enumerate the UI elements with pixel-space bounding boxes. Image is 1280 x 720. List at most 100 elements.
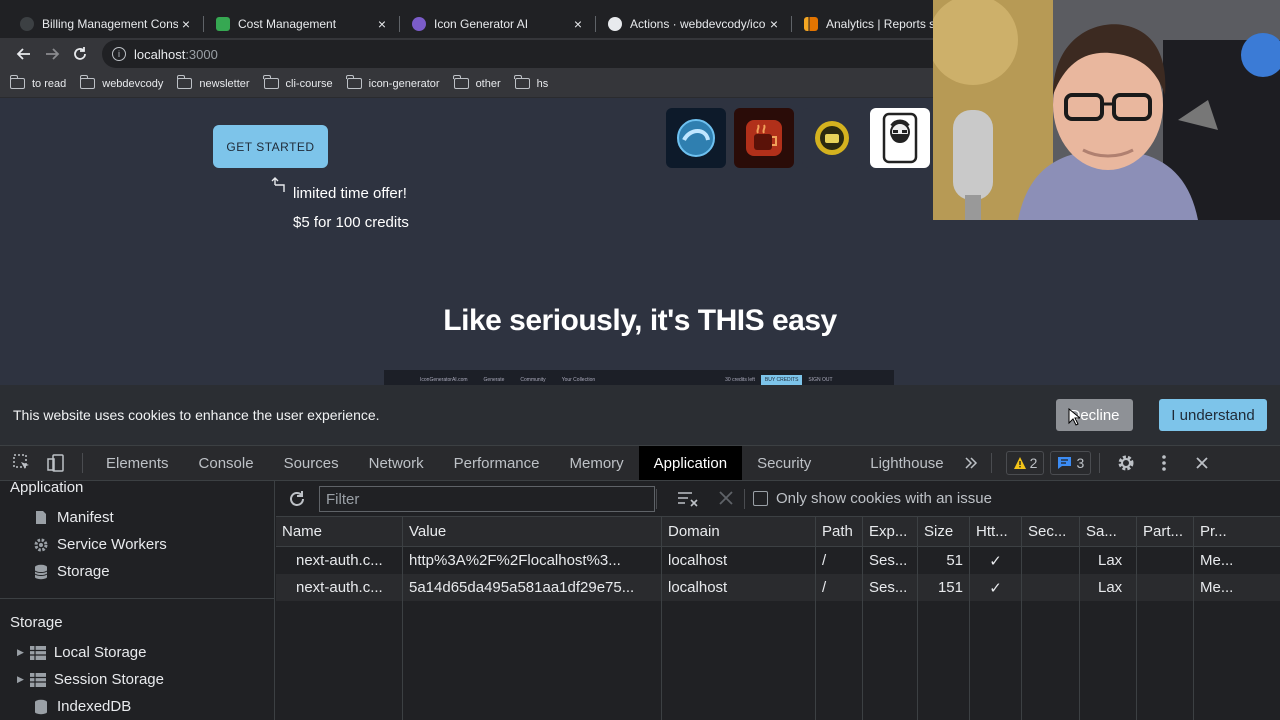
- tab-application[interactable]: Application: [638, 446, 743, 480]
- table-row[interactable]: next-auth.c... http%3A%2F%2Flocalhost%3.…: [276, 547, 1280, 574]
- sidebar-item-storage[interactable]: Storage: [33, 563, 110, 580]
- bookmark-folder[interactable]: webdevcody: [79, 75, 163, 90]
- column-divider: [1193, 517, 1194, 720]
- reload-icon[interactable]: [66, 40, 94, 68]
- tab-title: Icon Generator AI: [434, 17, 529, 31]
- clear-filtered-icon[interactable]: [677, 490, 699, 513]
- example-icon-swirl[interactable]: [666, 108, 726, 168]
- table-grid-icon: [29, 645, 46, 661]
- inspect-element-icon[interactable]: [10, 451, 34, 475]
- bookmark-folder[interactable]: to read: [9, 75, 66, 90]
- table-row[interactable]: next-auth.c... 5a14d65da495a581aa1df29e7…: [276, 574, 1280, 601]
- browser-tab[interactable]: Icon Generator AI ×: [400, 6, 596, 42]
- column-divider: [815, 517, 816, 720]
- tab-performance[interactable]: Performance: [439, 446, 555, 480]
- sidebar-item-indexeddb[interactable]: IndexedDB: [33, 698, 131, 715]
- bookmark-label: hs: [536, 77, 549, 90]
- tab-lighthouse[interactable]: Lighthouse: [826, 446, 958, 480]
- settings-gear-icon[interactable]: [1114, 451, 1138, 475]
- bookmark-folder[interactable]: newsletter: [176, 75, 250, 90]
- warnings-badge[interactable]: 2: [1005, 451, 1045, 475]
- refresh-icon[interactable]: [288, 490, 306, 513]
- browser-tab[interactable]: Billing Management Consol ×: [8, 6, 204, 42]
- column-header-secure[interactable]: Sec...: [1022, 517, 1080, 546]
- tab-memory[interactable]: Memory: [555, 446, 639, 480]
- example-icon-bearded-man[interactable]: [870, 108, 930, 168]
- delete-all-icon[interactable]: [719, 491, 733, 510]
- more-tabs-chevron-icon[interactable]: [959, 451, 983, 475]
- tab-close-icon[interactable]: ×: [374, 16, 390, 32]
- cookie-partition: [1137, 547, 1194, 574]
- database-icon: [33, 699, 49, 715]
- more-options-kebab-icon[interactable]: [1152, 451, 1176, 475]
- cookie-name: next-auth.c...: [276, 547, 403, 574]
- address-bar[interactable]: i localhost:3000: [102, 40, 1002, 68]
- column-header-name[interactable]: Name: [276, 517, 403, 546]
- bookmark-folder[interactable]: other: [453, 75, 501, 90]
- column-header-expires[interactable]: Exp...: [863, 517, 918, 546]
- tab-console[interactable]: Console: [184, 446, 269, 480]
- device-toolbar-icon[interactable]: [44, 451, 68, 475]
- column-header-domain[interactable]: Domain: [662, 517, 816, 546]
- toolbar-divider: [744, 489, 745, 509]
- browser-tab[interactable]: Cost Management ×: [204, 6, 400, 42]
- column-header-path[interactable]: Path: [816, 517, 863, 546]
- column-header-value[interactable]: Value: [403, 517, 662, 546]
- bookmark-label: icon-generator: [368, 77, 440, 90]
- screen: Billing Management Consol × Cost Managem…: [0, 0, 1280, 720]
- application-section-header: Application: [10, 479, 84, 496]
- tab-close-icon[interactable]: ×: [766, 16, 782, 32]
- get-started-button[interactable]: GET STARTED: [213, 125, 328, 168]
- column-header-partition[interactable]: Part...: [1137, 517, 1194, 546]
- site-info-icon[interactable]: i: [112, 47, 126, 61]
- example-icon-gold-coin[interactable]: [802, 108, 862, 168]
- tab-close-icon[interactable]: ×: [570, 16, 586, 32]
- sidebar-item-service-workers[interactable]: Service Workers: [33, 536, 167, 553]
- column-divider: [1079, 517, 1080, 720]
- gear-icon: [33, 537, 49, 553]
- cookie-samesite: Lax: [1080, 574, 1137, 601]
- preview-signout: SIGN OUT: [808, 377, 833, 383]
- tab-sources[interactable]: Sources: [269, 446, 354, 480]
- forward-arrow-icon[interactable]: [38, 40, 66, 68]
- page-headline: Like seriously, it's THIS easy: [443, 304, 837, 337]
- example-icon-coffee[interactable]: [734, 108, 794, 168]
- sidebar-item-label: Storage: [57, 563, 110, 580]
- sidebar-item-local-storage[interactable]: ▶ Local Storage: [17, 644, 147, 661]
- messages-badge[interactable]: 3: [1050, 451, 1092, 475]
- issues-checkbox-label: Only show cookies with an issue: [776, 490, 992, 507]
- tab-close-icon[interactable]: ×: [178, 16, 194, 32]
- bookmark-folder[interactable]: cli-course: [263, 75, 333, 90]
- accept-cookies-button[interactable]: I understand: [1159, 399, 1267, 431]
- column-divider: [1136, 517, 1137, 720]
- sidebar-item-session-storage[interactable]: ▶ Session Storage: [17, 671, 164, 688]
- sidebar-item-label: Local Storage: [53, 644, 147, 661]
- table-header-row: Name Value Domain Path Exp... Size Htt..…: [276, 517, 1280, 547]
- column-header-priority[interactable]: Pr...: [1194, 517, 1280, 546]
- webcam-person-image: [933, 0, 1280, 220]
- folder-icon: [79, 75, 96, 89]
- back-arrow-icon[interactable]: [10, 40, 38, 68]
- tab-security[interactable]: Security: [742, 446, 826, 480]
- expand-triangle-icon[interactable]: ▶: [17, 674, 24, 685]
- mouse-cursor-icon: [1068, 408, 1080, 426]
- column-header-size[interactable]: Size: [918, 517, 970, 546]
- curved-arrow-icon: [270, 175, 290, 195]
- issues-checkbox[interactable]: [753, 491, 768, 506]
- tab-network[interactable]: Network: [354, 446, 439, 480]
- close-devtools-icon[interactable]: [1190, 451, 1214, 475]
- cookies-panel: Filter Only show cookies with an issue N…: [276, 481, 1280, 720]
- bookmark-folder[interactable]: hs: [514, 75, 549, 90]
- sidebar-item-manifest[interactable]: Manifest: [33, 509, 114, 526]
- expand-triangle-icon[interactable]: ▶: [17, 647, 24, 658]
- example-icons-row: [666, 108, 930, 168]
- sidebar-item-label: Service Workers: [57, 536, 167, 553]
- browser-tab[interactable]: Actions · webdevcody/icon ×: [596, 6, 792, 42]
- filter-input[interactable]: Filter: [319, 486, 655, 512]
- column-header-samesite[interactable]: Sa...: [1080, 517, 1137, 546]
- cookie-expires: Ses...: [863, 574, 918, 601]
- tab-elements[interactable]: Elements: [91, 446, 184, 480]
- column-header-httponly[interactable]: Htt...: [970, 517, 1022, 546]
- bookmark-folder[interactable]: icon-generator: [346, 75, 440, 90]
- column-divider: [661, 517, 662, 720]
